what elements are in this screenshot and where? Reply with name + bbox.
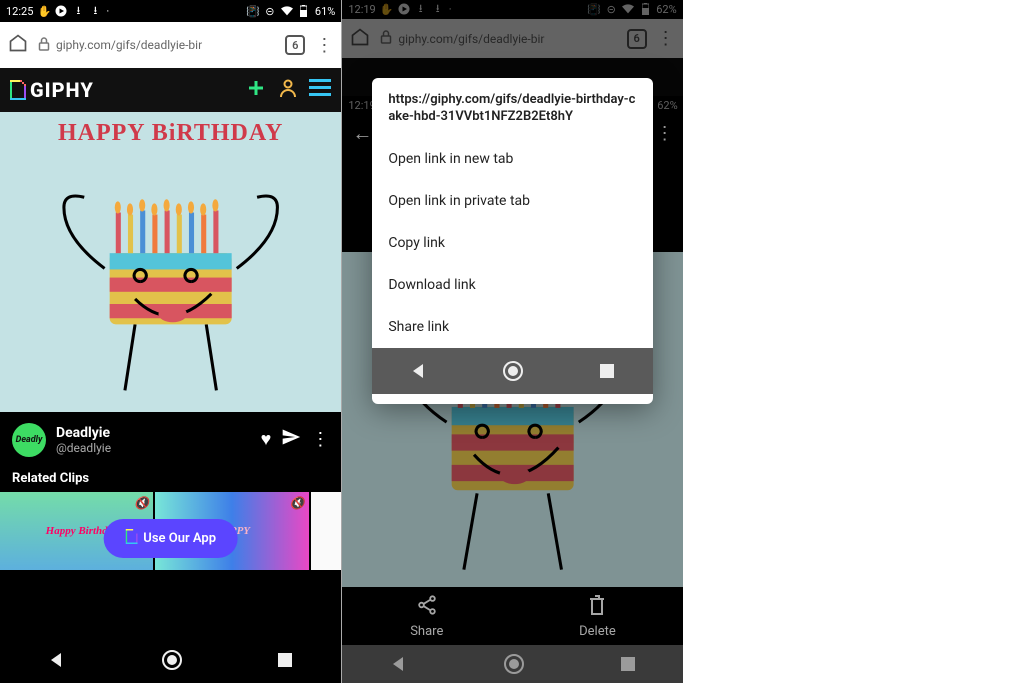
browser-menu-icon[interactable]: ⋮ <box>315 35 333 56</box>
browser-toolbar: giphy.com/gifs/deadlyie-bir 6 ⋮ <box>0 22 341 68</box>
play-icon <box>55 5 67 17</box>
battery-icon <box>298 5 310 17</box>
send-icon[interactable] <box>281 427 301 452</box>
context-menu: https://giphy.com/gifs/deadlyie-birthday… <box>372 78 652 404</box>
nav-bar <box>0 637 341 683</box>
nav-recent-icon[interactable] <box>276 651 294 669</box>
context-menu-url: https://giphy.com/gifs/deadlyie-birthday… <box>372 92 652 138</box>
upload-icon[interactable] <box>245 77 267 103</box>
giphy-header: GIPHY <box>0 68 341 112</box>
related-clip-3[interactable] <box>311 492 342 570</box>
download-icon: ⭳ <box>89 5 101 17</box>
menu-copy-link[interactable]: Copy link <box>372 222 652 264</box>
nav-home-icon[interactable] <box>502 360 524 382</box>
tab-count-text: 6 <box>292 39 298 52</box>
use-app-label: Use Our App <box>143 531 216 546</box>
url-text: giphy.com/gifs/deadlyie-bir <box>56 38 202 52</box>
avatar[interactable]: Deadly <box>12 423 46 457</box>
menu-share-link[interactable]: Share link <box>372 306 652 348</box>
author-bar: Deadly Deadlyie @deadlyie ♥ ⋮ <box>0 412 341 467</box>
lock-icon <box>38 37 50 54</box>
hamburger-icon[interactable] <box>309 79 331 101</box>
use-app-button[interactable]: Use Our App <box>103 519 238 558</box>
favorite-icon[interactable]: ♥ <box>261 429 272 450</box>
menu-download-link[interactable]: Download link <box>372 264 652 306</box>
giphy-logo-text: GIPHY <box>30 78 94 102</box>
status-bar: 12:25 ✋ ⭳ ⭳ · 📳 ⊝ 61% <box>0 0 341 22</box>
birthday-cake-icon <box>8 147 333 400</box>
nav-back-icon[interactable] <box>47 650 67 670</box>
menu-open-new-tab[interactable]: Open link in new tab <box>372 138 652 180</box>
tab-switcher[interactable]: 6 <box>285 35 305 55</box>
giphy-logo[interactable]: GIPHY <box>10 78 94 102</box>
author-info[interactable]: Deadlyie @deadlyie <box>56 425 111 455</box>
home-icon[interactable] <box>8 33 28 57</box>
status-time: 12:25 <box>6 5 33 18</box>
avatar-text: Deadly <box>16 435 43 445</box>
nav-bar <box>372 348 652 394</box>
giphy-mini-icon <box>125 529 137 548</box>
hand-icon: ✋ <box>38 5 50 17</box>
url-bar[interactable]: giphy.com/gifs/deadlyie-bir <box>38 37 275 54</box>
ellipsis-icon: · <box>106 5 109 18</box>
vibrate-icon: 📳 <box>247 5 259 17</box>
status-battery: 61% <box>315 5 335 18</box>
nav-home-icon[interactable] <box>161 649 183 671</box>
related-clips-header: Related Clips <box>0 467 341 492</box>
menu-open-private-tab[interactable]: Open link in private tab <box>372 180 652 222</box>
gif-caption: HAPPY BiRTHDAY <box>58 120 283 147</box>
download-icon: ⭳ <box>72 5 84 17</box>
screenshot-1: 12:25 ✋ ⭳ ⭳ · 📳 ⊝ 61% <box>0 0 341 683</box>
wifi-icon <box>281 5 293 17</box>
giphy-logo-icon <box>10 80 26 100</box>
author-handle: @deadlyie <box>56 441 111 455</box>
mute-icon: 🔇 <box>290 496 305 511</box>
related-clips: Happy Birthd 🔇 HAPPY 🔇 Use Our App <box>0 492 341 570</box>
nav-back-icon[interactable] <box>409 361 429 381</box>
gif-image[interactable]: HAPPY BiRTHDAY <box>0 112 341 412</box>
author-name: Deadlyie <box>56 425 111 441</box>
account-icon[interactable] <box>277 77 299 103</box>
screenshot-2: 12:19 ✋ ⭳ ⭳ · 📳 ⊝ 62% giphy.com/gifs/dea… <box>341 0 682 683</box>
nav-recent-icon[interactable] <box>598 362 616 380</box>
more-icon[interactable]: ⋮ <box>311 429 329 450</box>
dnd-icon: ⊝ <box>264 5 276 17</box>
mute-icon: 🔇 <box>134 496 149 511</box>
